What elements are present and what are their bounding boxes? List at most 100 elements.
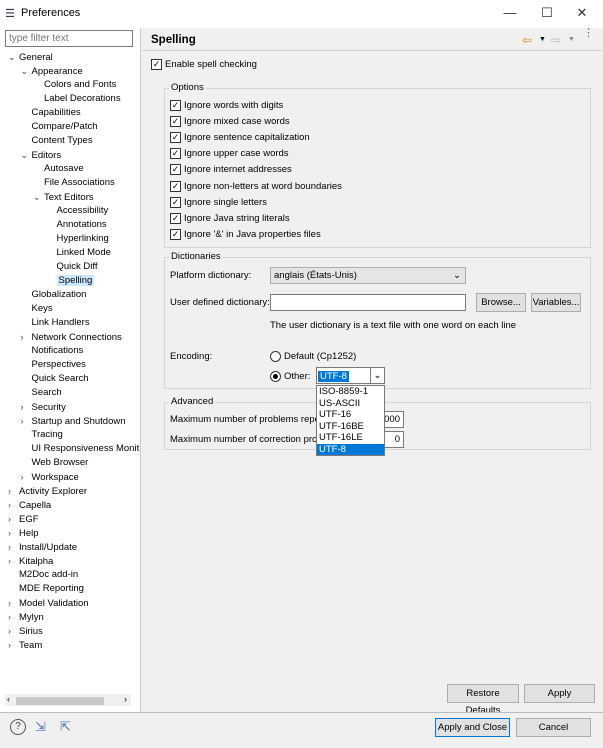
tree-item[interactable]: M2Doc add-in <box>8 568 78 582</box>
help-icon[interactable]: ? <box>10 719 26 735</box>
chevron-down-icon[interactable]: ⌄ <box>33 190 44 204</box>
minimize-button[interactable]: — <box>500 5 520 20</box>
dropdown-option[interactable]: ISO-8859-1 <box>317 386 384 398</box>
tree-item[interactable]: Label Decorations <box>33 92 121 106</box>
tree-item[interactable]: Keys <box>21 302 53 316</box>
option-checkbox[interactable]: ✓ Ignore mixed case words <box>170 114 290 128</box>
tree-item[interactable]: Globalization <box>21 288 87 302</box>
tree-item[interactable]: ⌄ Text Editors <box>33 190 94 204</box>
encoding-combo[interactable]: UTF-8 ⌄ <box>316 367 385 384</box>
tree-item[interactable]: Autosave <box>33 162 84 176</box>
tree-item[interactable]: Tracing <box>21 428 63 442</box>
enable-spell-checking-checkbox[interactable]: ✓ Enable spell checking <box>151 57 257 71</box>
tree-item[interactable]: › Security <box>21 400 66 414</box>
tree-item[interactable]: › Mylyn <box>8 610 44 624</box>
user-dictionary-input[interactable] <box>270 294 466 311</box>
back-menu-icon[interactable]: ▼ <box>539 36 546 43</box>
export-icon[interactable]: ⇱ <box>60 719 71 735</box>
option-checkbox[interactable]: ✓ Ignore words with digits <box>170 98 283 112</box>
chevron-down-icon[interactable]: ⌄ <box>21 148 32 162</box>
tree-item[interactable]: Hyperlinking <box>46 232 109 246</box>
tree-item[interactable]: › Help <box>8 526 39 540</box>
encoding-dropdown-list[interactable]: ISO-8859-1 US-ASCII UTF-16 UTF-16BE UTF-16LE… <box>316 385 385 456</box>
tree-item[interactable]: Search <box>21 386 62 400</box>
import-icon[interactable]: ⇲ <box>35 719 46 735</box>
option-checkbox[interactable]: ✓ Ignore non-letters at word boundaries <box>170 179 342 193</box>
option-checkbox[interactable]: ✓ Ignore single letters <box>170 195 267 209</box>
tree-item[interactable]: Web Browser <box>21 456 89 470</box>
cancel-button[interactable]: Cancel <box>516 718 591 737</box>
tree-item[interactable]: Compare/Patch <box>21 120 98 134</box>
tree-item[interactable]: File Associations <box>33 176 115 190</box>
chevron-right-icon[interactable]: › <box>8 596 19 610</box>
tree-item[interactable]: › Capella <box>8 498 51 512</box>
dropdown-option[interactable]: US-ASCII <box>317 398 384 410</box>
more-menu-icon[interactable]: ⋮ <box>583 28 594 39</box>
variables-button[interactable]: Variables... <box>531 293 581 312</box>
chevron-down-icon[interactable]: ⌄ <box>8 50 19 64</box>
chevron-right-icon[interactable]: › <box>8 638 19 652</box>
tree-item[interactable]: ⌄ Appearance <box>21 64 83 78</box>
restore-defaults-button[interactable]: Restore Defaults <box>447 684 519 716</box>
close-button[interactable]: ✕ <box>572 5 592 21</box>
chevron-right-icon[interactable]: › <box>8 554 19 568</box>
option-checkbox[interactable]: ✓ Ignore '&' in Java properties files <box>170 228 321 242</box>
maximize-button[interactable]: ☐ <box>537 5 557 21</box>
tree-item[interactable]: Quick Diff <box>46 260 98 274</box>
platform-dictionary-select[interactable]: anglais (États-Unis) ⌄ <box>270 267 466 284</box>
tree-item[interactable]: Quick Search <box>21 372 89 386</box>
tree-item[interactable]: Spelling <box>46 274 95 288</box>
apply-button[interactable]: Apply <box>524 684 595 703</box>
scroll-right-icon[interactable]: › <box>124 694 127 704</box>
chevron-right-icon[interactable]: › <box>8 540 19 554</box>
option-checkbox[interactable]: ✓ Ignore Java string literals <box>170 211 290 225</box>
tree-item[interactable]: Accessibility <box>46 204 109 218</box>
forward-menu-icon[interactable]: ▼ <box>568 36 575 43</box>
option-checkbox[interactable]: ✓ Ignore sentence capitalization <box>170 130 310 144</box>
back-arrow-icon[interactable]: ⇦ <box>522 33 532 47</box>
tree-item[interactable]: › Workspace <box>21 470 79 484</box>
encoding-other-radio[interactable]: Other: <box>270 369 310 383</box>
tree-item[interactable]: Perspectives <box>21 358 86 372</box>
tree-item[interactable]: › Model Validation <box>8 596 89 610</box>
chevron-right-icon[interactable]: › <box>8 610 19 624</box>
tree-item[interactable]: › Activity Explorer <box>8 484 87 498</box>
tree-item[interactable]: › Team <box>8 638 42 652</box>
tree-item[interactable]: ⌄ General <box>8 50 53 64</box>
scroll-left-icon[interactable]: ‹ <box>7 694 10 704</box>
encoding-default-radio[interactable]: Default (Cp1252) <box>270 349 356 363</box>
dropdown-option[interactable]: UTF-16BE <box>317 421 384 433</box>
chevron-right-icon[interactable]: › <box>8 484 19 498</box>
tree-item[interactable]: › Sirius <box>8 624 43 638</box>
chevron-right-icon[interactable]: › <box>8 526 19 540</box>
tree-item[interactable]: › Network Connections <box>21 330 122 344</box>
chevron-right-icon[interactable]: › <box>8 512 19 526</box>
tree-item[interactable]: › Kitalpha <box>8 554 53 568</box>
forward-arrow-icon[interactable]: ⇨ <box>551 33 561 47</box>
chevron-down-icon[interactable]: ⌄ <box>370 368 384 383</box>
chevron-right-icon[interactable]: › <box>8 624 19 638</box>
option-checkbox[interactable]: ✓ Ignore internet addresses <box>170 163 292 177</box>
apply-and-close-button[interactable]: Apply and Close <box>435 718 510 737</box>
scrollbar-thumb[interactable] <box>16 697 104 705</box>
browse-button[interactable]: Browse... <box>476 293 526 312</box>
tree-item[interactable]: UI Responsiveness Monit <box>21 442 140 456</box>
dropdown-option[interactable]: UTF-8 <box>317 443 384 455</box>
chevron-right-icon[interactable]: › <box>21 414 32 428</box>
tree-item[interactable]: Link Handlers <box>21 316 90 330</box>
tree-item[interactable]: › Install/Update <box>8 540 77 554</box>
tree-item[interactable]: Colors and Fonts <box>33 78 116 92</box>
tree-item[interactable]: Linked Mode <box>46 246 111 260</box>
dropdown-option[interactable]: UTF-16LE <box>317 432 384 444</box>
tree-item[interactable]: › Startup and Shutdown <box>21 414 126 428</box>
tree-item[interactable]: Capabilities <box>21 106 81 120</box>
chevron-right-icon[interactable]: › <box>21 470 32 484</box>
tree-item[interactable]: Content Types <box>21 134 93 148</box>
chevron-right-icon[interactable]: › <box>21 330 32 344</box>
tree-item[interactable]: › EGF <box>8 512 39 526</box>
chevron-down-icon[interactable]: ⌄ <box>21 64 32 78</box>
tree-item[interactable]: Annotations <box>46 218 107 232</box>
chevron-right-icon[interactable]: › <box>21 400 32 414</box>
tree-item[interactable]: MDE Reporting <box>8 582 84 596</box>
option-checkbox[interactable]: ✓ Ignore upper case words <box>170 147 289 161</box>
